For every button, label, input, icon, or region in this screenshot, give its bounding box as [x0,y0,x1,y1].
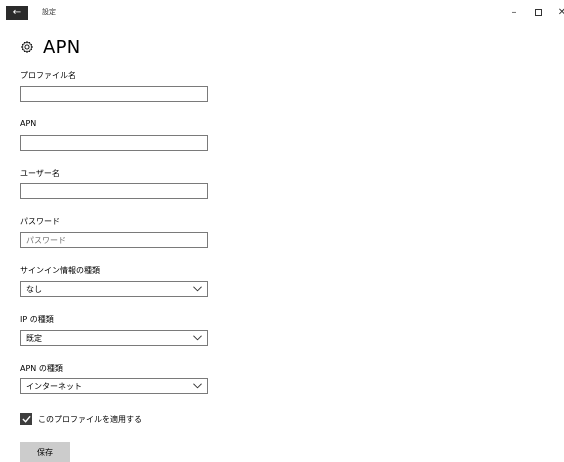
profile-name-label: プロファイル名 [20,71,76,80]
title-bar: ← 設定 – ✕ [0,0,564,28]
app-title: 設定 [42,8,56,16]
apn-type-value: インターネット [26,381,82,391]
save-button[interactable]: 保存 [20,442,70,462]
minimize-icon: – [511,6,517,18]
arrow-left-icon: ← [12,7,22,18]
apply-profile-label: このプロファイルを適用する [38,414,142,424]
sign-in-type-value: なし [26,284,42,294]
chevron-down-icon [193,335,202,341]
apply-profile-checkbox[interactable] [20,413,32,425]
password-placeholder: パスワード [26,235,66,245]
profile-name-input[interactable] [20,86,208,102]
password-label: パスワード [20,217,60,226]
maximize-button[interactable] [526,3,550,21]
maximize-icon [534,8,542,16]
minimize-button[interactable]: – [502,3,526,21]
ip-type-dropdown[interactable]: 既定 [20,330,208,346]
gear-icon [21,41,33,53]
apn-type-label: APN の種類 [20,364,63,373]
close-icon: ✕ [557,6,564,18]
page-title: APN [43,36,81,58]
back-button[interactable]: ← [6,6,28,20]
sign-in-type-dropdown[interactable]: なし [20,281,208,297]
chevron-down-icon [193,383,202,389]
apn-label: APN [20,119,37,128]
close-button[interactable]: ✕ [550,3,564,21]
ip-type-value: 既定 [26,333,42,343]
checkmark-icon [21,415,31,423]
page-header: APN [20,36,81,58]
chevron-down-icon [193,286,202,292]
sign-in-type-label: サインイン情報の種類 [20,266,100,275]
password-input[interactable]: パスワード [20,232,208,248]
user-name-label: ユーザー名 [20,169,60,178]
apn-input[interactable] [20,135,208,151]
apn-type-dropdown[interactable]: インターネット [20,378,208,394]
ip-type-label: IP の種類 [20,315,54,324]
user-name-input[interactable] [20,183,208,199]
apply-profile-row[interactable]: このプロファイルを適用する [20,413,142,425]
